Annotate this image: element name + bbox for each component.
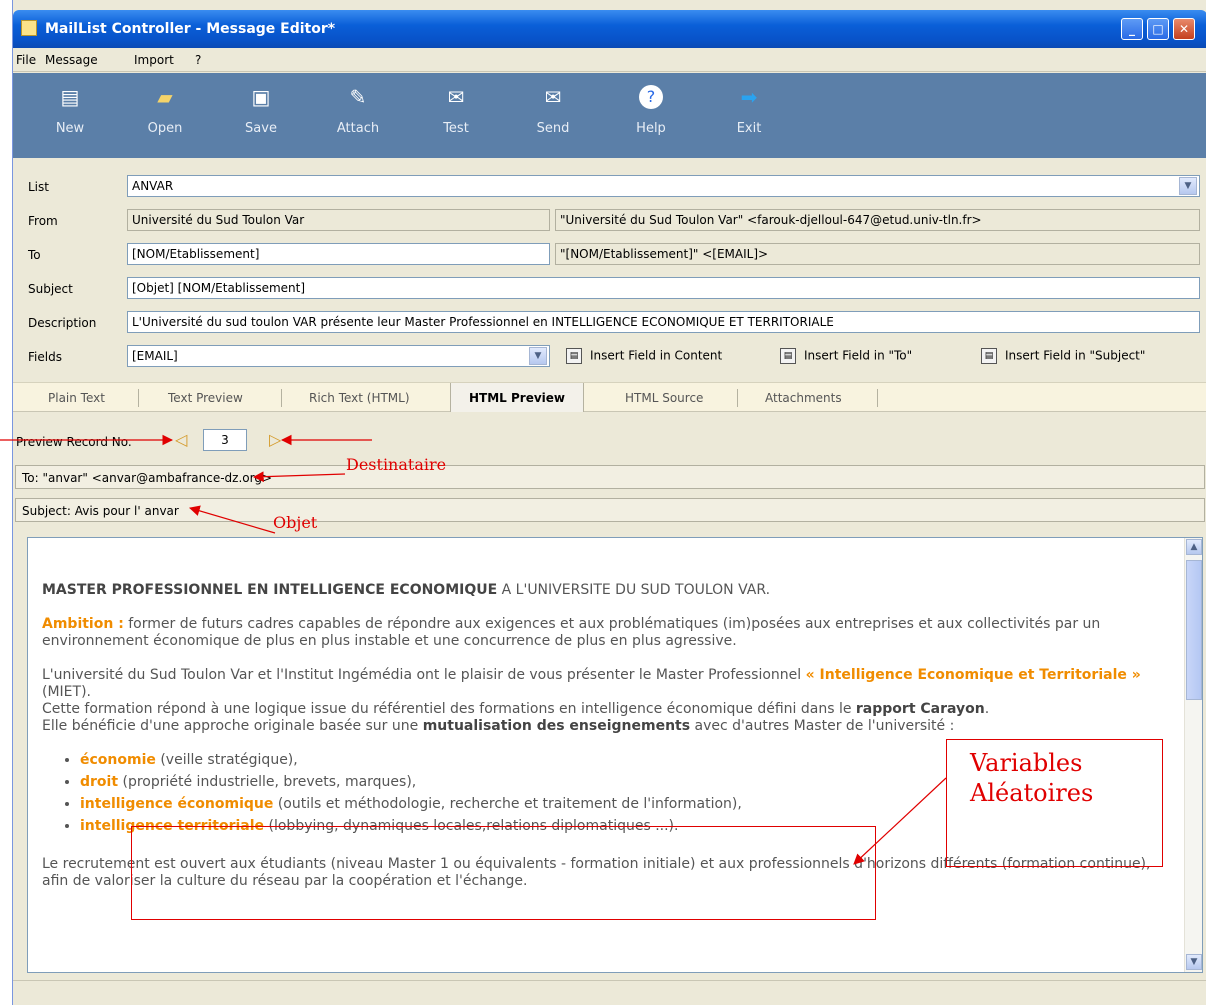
subject-label: Subject	[28, 282, 73, 296]
send-button[interactable]: ✉ Send	[523, 85, 583, 136]
vertical-scrollbar[interactable]: ▲ ▼	[1184, 538, 1202, 972]
insert-field-content-button[interactable]: ▤ Insert Field in Content	[566, 348, 722, 364]
scrollbar-thumb[interactable]	[1186, 560, 1202, 700]
paperclip-icon: ✎	[349, 85, 367, 109]
help-icon: ?	[639, 85, 663, 109]
scroll-down-icon[interactable]: ▼	[1186, 954, 1202, 970]
minimize-button[interactable]: _	[1121, 18, 1143, 40]
menu-file[interactable]: File	[16, 53, 36, 67]
variables-highlight-box	[131, 826, 876, 920]
to-field[interactable]: [NOM/Etablissement]	[127, 243, 550, 265]
tab-rich-text[interactable]: Rich Text (HTML)	[309, 391, 410, 405]
preview-subject-line: Subject: Avis pour l' anvar	[15, 498, 1205, 522]
preview-to-line: To: "anvar" <anvar@ambafrance-dz.org>	[15, 465, 1205, 489]
description-label: Description	[28, 316, 97, 330]
insert-field-subject-button[interactable]: ▤ Insert Field in "Subject"	[981, 348, 1145, 364]
exit-button[interactable]: ➡ Exit	[719, 85, 779, 136]
fields-select[interactable]: [EMAIL]	[127, 345, 550, 367]
paragraph-ambition: Ambition : former de futurs cadres capab…	[42, 616, 1101, 649]
fields-label: Fields	[28, 350, 62, 364]
tab-text-preview[interactable]: Text Preview	[168, 391, 243, 405]
insert-field-icon: ▤	[780, 348, 796, 364]
tab-separator	[877, 389, 878, 407]
title-bar: MailList Controller - Message Editor* _ …	[13, 10, 1206, 48]
tab-html-source[interactable]: HTML Source	[625, 391, 703, 405]
maximize-button[interactable]: □	[1147, 18, 1169, 40]
list-select[interactable]: ANVAR	[127, 175, 1200, 197]
save-disk-icon: ▣	[251, 85, 271, 109]
record-number-field[interactable]: 3	[203, 429, 247, 451]
insert-field-icon: ▤	[566, 348, 582, 364]
tab-attachments[interactable]: Attachments	[765, 391, 842, 405]
window-title: MailList Controller - Message Editor*	[45, 21, 336, 37]
app-icon	[21, 20, 37, 36]
new-document-icon: ▤	[60, 85, 80, 109]
paragraph-presentation: L'université du Sud Toulon Var et l'Inst…	[42, 667, 1141, 734]
next-record-icon[interactable]: ▷	[269, 430, 281, 449]
chevron-down-icon[interactable]: ▼	[1179, 177, 1197, 195]
help-button[interactable]: ? Help	[621, 85, 681, 136]
insert-field-icon: ▤	[981, 348, 997, 364]
toolbar: ▤ New ▰ Open ▣ Save ✎ Attach ✉ Test ✉ Send ? He…	[13, 73, 1206, 158]
open-button[interactable]: ▰ Open	[135, 85, 195, 136]
paragraph-heading: MASTER PROFESSIONNEL EN INTELLIGENCE ECO…	[42, 582, 771, 598]
menu-import[interactable]: Import	[134, 53, 174, 67]
list-label: List	[28, 180, 49, 194]
to-preview: "[NOM/Etablissement]" <[EMAIL]>	[555, 243, 1200, 265]
message-form: List ANVAR ▼ From Université du Sud Toul…	[13, 158, 1206, 382]
tab-separator	[737, 389, 738, 407]
description-field[interactable]: L'Université du sud toulon VAR présente …	[127, 311, 1200, 333]
close-button[interactable]: ✕	[1173, 18, 1195, 40]
from-field[interactable]: Université du Sud Toulon Var	[127, 209, 550, 231]
tab-html-preview[interactable]: HTML Preview	[450, 383, 585, 413]
send-mail-icon: ✉	[544, 85, 562, 109]
attach-button[interactable]: ✎ Attach	[328, 85, 388, 136]
preview-panel: Preview Record No. ◁ 3 ▷ To: "anvar" <an…	[13, 412, 1206, 537]
scroll-up-icon[interactable]: ▲	[1186, 539, 1202, 555]
exit-arrow-icon: ➡	[740, 85, 758, 109]
tab-separator	[138, 389, 139, 407]
annotation-variables: Variables Aléatoires	[970, 749, 1094, 807]
from-preview: "Université du Sud Toulon Var" <farouk-d…	[555, 209, 1200, 231]
subject-field[interactable]: [Objet] [NOM/Etablissement]	[127, 277, 1200, 299]
preview-record-label: Preview Record No.	[16, 435, 132, 449]
status-bar	[13, 980, 1206, 1005]
to-label: To	[28, 248, 41, 262]
insert-field-to-button[interactable]: ▤ Insert Field in "To"	[780, 348, 912, 364]
editor-tabs: Plain Text Text Preview Rich Text (HTML)…	[13, 382, 1206, 413]
annotation-objet: Objet	[273, 513, 318, 532]
test-button[interactable]: ✉ Test	[426, 85, 486, 136]
menu-bar: File Message Import ?	[13, 48, 1206, 72]
tab-separator	[281, 389, 282, 407]
new-button[interactable]: ▤ New	[40, 85, 100, 136]
menu-message[interactable]: Message	[45, 53, 98, 67]
save-button[interactable]: ▣ Save	[231, 85, 291, 136]
menu-help[interactable]: ?	[195, 53, 201, 67]
tab-plain-text[interactable]: Plain Text	[48, 391, 105, 405]
annotation-destinataire: Destinataire	[346, 455, 447, 474]
from-label: From	[28, 214, 58, 228]
test-mail-icon: ✉	[447, 85, 465, 109]
open-folder-icon: ▰	[157, 85, 173, 109]
chevron-down-icon[interactable]: ▼	[529, 347, 547, 365]
previous-record-icon[interactable]: ◁	[175, 430, 187, 449]
